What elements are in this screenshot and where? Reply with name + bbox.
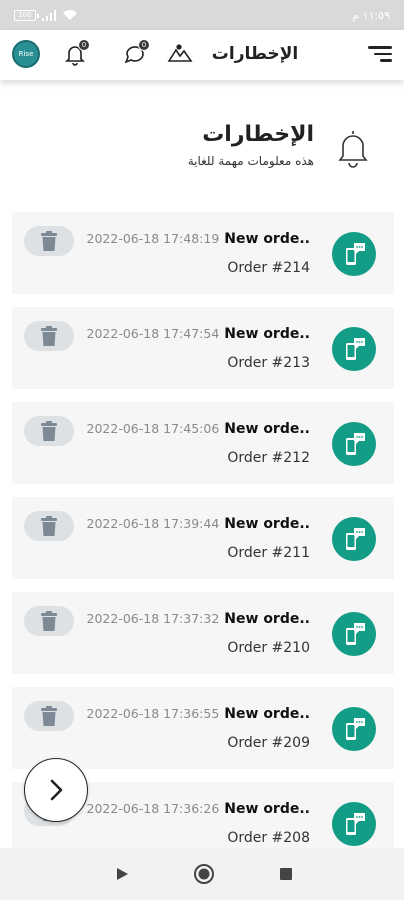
notification-subtitle: Order #209 [227, 735, 310, 751]
notification-date: 2022-06-18 17:48:19 [86, 231, 220, 246]
notification-subtitle: Order #208 [227, 830, 310, 846]
status-bar: 100 ١١:٥٩ م [0, 0, 404, 30]
menu-button[interactable] [366, 42, 392, 66]
message-phone-icon [332, 612, 376, 656]
delete-button[interactable] [24, 226, 74, 256]
signal-icon [42, 9, 56, 21]
message-phone-icon [332, 802, 376, 846]
message-phone-icon [332, 422, 376, 466]
chevron-right-icon [50, 779, 63, 801]
message-phone-icon [332, 232, 376, 276]
message-phone-icon [332, 327, 376, 371]
status-time: ١١:٥٩ م [352, 8, 390, 22]
notification-title: New orde.. [224, 231, 310, 247]
notification-title: New orde.. [224, 801, 310, 817]
notifications-button[interactable]: 0 [60, 39, 90, 69]
app-bar-title: الإخطارات [211, 44, 299, 64]
battery-icon: 100 [14, 9, 39, 21]
trash-icon [41, 706, 57, 726]
home-circle-icon [194, 864, 214, 884]
wifi-icon [63, 10, 77, 20]
notification-header: 2022-06-18 17:37:32 New orde.. [87, 611, 310, 627]
delete-button[interactable] [24, 416, 74, 446]
notification-header: 2022-06-18 17:39:44 New orde.. [87, 516, 310, 532]
notification-header: 2022-06-18 17:36:55 New orde.. [87, 706, 310, 722]
page-header: الإخطارات هذه معلومات مهمة للغاية [20, 120, 376, 180]
delete-button[interactable] [24, 511, 74, 541]
notification-subtitle: Order #213 [227, 355, 310, 371]
notification-card[interactable]: 2022-06-18 17:47:54 New orde.. Order #21… [12, 307, 394, 389]
notification-header: 2022-06-18 17:48:19 New orde.. [87, 231, 310, 247]
avatar-label: Rise [18, 50, 34, 58]
nav-back-button[interactable] [110, 862, 134, 886]
notification-title: New orde.. [224, 516, 310, 532]
menu-line [368, 46, 392, 49]
messages-badge: 0 [138, 39, 150, 51]
trash-icon [41, 516, 57, 536]
battery-level: 100 [18, 11, 32, 19]
notification-card[interactable]: 2022-06-18 17:48:19 New orde.. Order #21… [12, 212, 394, 294]
notifications-badge: 0 [78, 39, 90, 51]
nav-recents-button[interactable] [274, 862, 298, 886]
avatar[interactable]: Rise [12, 40, 40, 68]
delete-button[interactable] [24, 321, 74, 351]
map-button[interactable] [165, 39, 195, 69]
message-phone-icon [332, 517, 376, 561]
notification-title: New orde.. [224, 706, 310, 722]
notification-title: New orde.. [224, 421, 310, 437]
play-triangle-icon [117, 868, 128, 880]
bell-icon [338, 131, 368, 168]
trash-icon [41, 611, 57, 631]
notification-title: New orde.. [224, 326, 310, 342]
notification-date: 2022-06-18 17:36:55 [86, 706, 220, 721]
messages-button[interactable]: 0 [120, 39, 150, 69]
notification-header: 2022-06-18 17:47:54 New orde.. [87, 326, 310, 342]
notification-date: 2022-06-18 17:36:26 [86, 801, 220, 816]
notification-subtitle: Order #210 [227, 640, 310, 656]
status-icons: 100 [14, 9, 78, 21]
delete-button[interactable] [24, 606, 74, 636]
message-phone-icon [332, 707, 376, 751]
notification-header: 2022-06-18 17:36:26 New orde.. [87, 801, 310, 817]
mountain-map-icon [167, 44, 193, 62]
notification-header: 2022-06-18 17:45:06 New orde.. [87, 421, 310, 437]
notification-card[interactable]: 2022-06-18 17:36:55 New orde.. Order #20… [12, 687, 394, 769]
notification-date: 2022-06-18 17:45:06 [86, 421, 220, 436]
notification-title: New orde.. [224, 611, 310, 627]
notification-subtitle: Order #212 [227, 450, 310, 466]
notification-subtitle: Order #214 [227, 260, 310, 276]
system-nav-bar [0, 848, 404, 900]
notification-card[interactable]: 2022-06-18 17:39:44 New orde.. Order #21… [12, 497, 394, 579]
trash-icon [41, 421, 57, 441]
notification-subtitle: Order #211 [227, 545, 310, 561]
square-icon [280, 868, 292, 880]
menu-line [374, 52, 392, 56]
nav-home-button[interactable] [192, 862, 216, 886]
trash-icon [41, 326, 57, 346]
notification-date: 2022-06-18 17:39:44 [86, 516, 220, 531]
notification-date: 2022-06-18 17:37:32 [86, 611, 220, 626]
app-bar: Rise 0 0 الإخطارات [0, 30, 404, 80]
notification-date: 2022-06-18 17:47:54 [86, 326, 220, 341]
trash-icon [41, 231, 57, 251]
menu-line [380, 59, 392, 62]
page-title: الإخطارات [202, 122, 314, 147]
next-button[interactable] [24, 758, 88, 822]
notification-card[interactable]: 2022-06-18 17:45:06 New orde.. Order #21… [12, 402, 394, 484]
page-subtitle: هذه معلومات مهمة للغاية [187, 154, 314, 168]
delete-button[interactable] [24, 701, 74, 731]
notification-card[interactable]: 2022-06-18 17:37:32 New orde.. Order #21… [12, 592, 394, 674]
